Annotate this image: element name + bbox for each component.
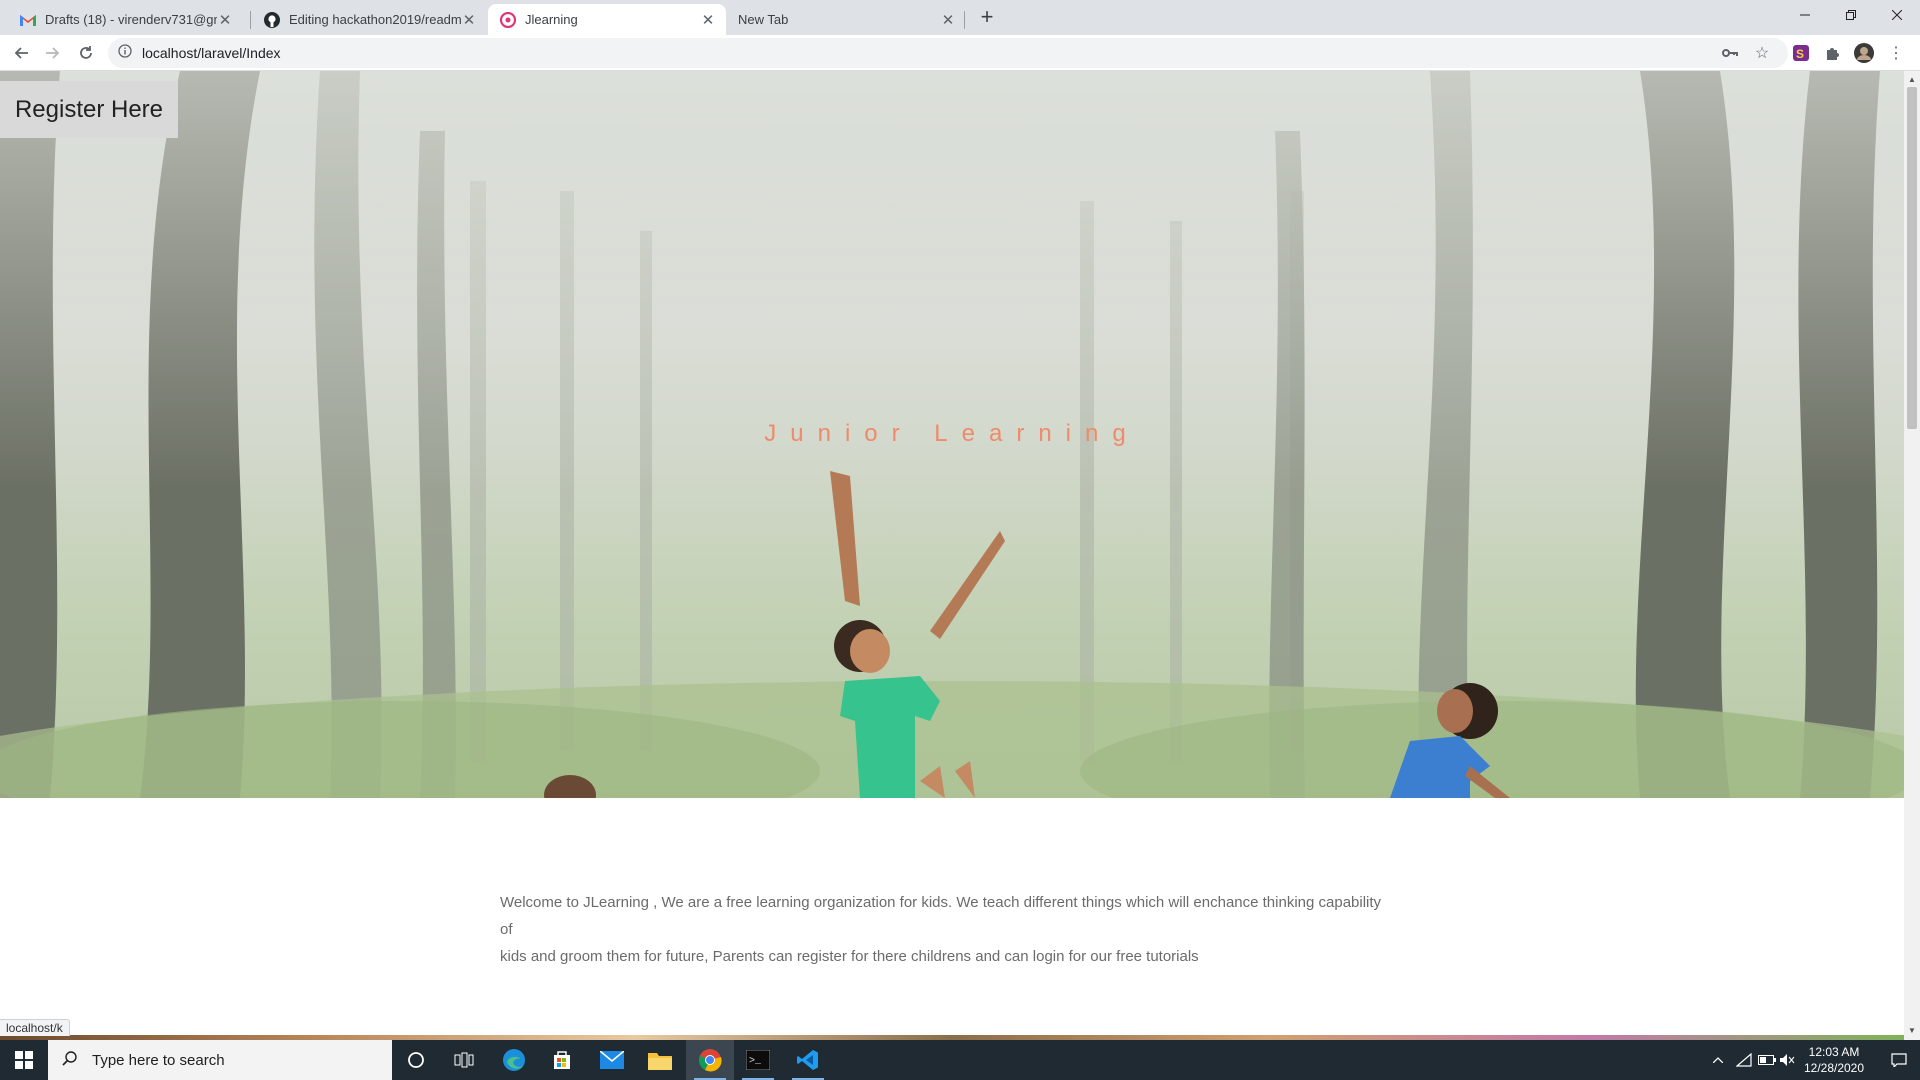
window-close-icon[interactable] — [1874, 0, 1920, 30]
tab-title: New Tab — [738, 12, 789, 27]
store-icon[interactable] — [538, 1040, 586, 1080]
windows-taskbar: Type here to search >_ 12:03 AM 12/28/20… — [0, 1040, 1920, 1080]
cortana-icon[interactable] — [392, 1040, 440, 1080]
info-icon[interactable] — [118, 43, 132, 63]
status-bar-url: localhost/k — [0, 1019, 70, 1036]
scroll-down-icon[interactable]: ▼ — [1908, 1026, 1916, 1035]
child-head-image — [544, 775, 596, 798]
tab-jlearning[interactable]: Jlearning ✕ — [488, 4, 726, 35]
edge-icon[interactable] — [490, 1040, 538, 1080]
intro-line: kids and groom them for future, Parents … — [500, 948, 1199, 965]
file-explorer-icon[interactable] — [636, 1040, 684, 1080]
taskbar-search-box[interactable]: Type here to search — [48, 1040, 392, 1080]
clock-date: 12/28/2020 — [1803, 1061, 1865, 1075]
profile-avatar-icon[interactable] — [1853, 42, 1875, 64]
puzzle-icon[interactable] — [1822, 42, 1844, 64]
search-icon — [62, 1050, 78, 1071]
svg-text:S: S — [1796, 47, 1804, 61]
taskbar-clock[interactable]: 12:03 AM 12/28/2020 — [1790, 1044, 1878, 1076]
close-icon[interactable]: ✕ — [940, 11, 956, 29]
scroll-thumb[interactable] — [1907, 87, 1917, 429]
hero-banner: Register Here Junior Learning — [0, 71, 1904, 798]
scroll-up-icon[interactable]: ▲ — [1908, 75, 1916, 84]
url-text: localhost/laravel/Index — [142, 45, 281, 61]
task-view-icon[interactable] — [440, 1040, 488, 1080]
tab-title: Jlearning — [525, 12, 578, 27]
vertical-scrollbar[interactable]: ▲ ▼ — [1904, 71, 1920, 1040]
clock-time: 12:03 AM — [1808, 1045, 1860, 1059]
browser-toolbar: localhost/laravel/Index ☆ S ⋮ — [0, 35, 1920, 71]
close-icon[interactable]: ✕ — [217, 11, 233, 29]
back-icon[interactable] — [9, 41, 33, 65]
child-blue-shirt-image — [1390, 683, 1510, 798]
vscode-icon[interactable] — [784, 1040, 832, 1080]
site-icon — [500, 11, 516, 28]
page-viewport: Register Here Junior Learning Welcome to… — [0, 71, 1904, 1040]
new-tab-button[interactable]: + — [975, 6, 999, 30]
windows-start-icon[interactable] — [0, 1040, 48, 1080]
child-green-shirt-image — [830, 471, 1005, 798]
close-icon[interactable]: ✕ — [700, 11, 716, 29]
extension-s-icon[interactable]: S — [1790, 42, 1812, 64]
intro-line: Welcome to JLearning , We are a free lea… — [500, 894, 1382, 938]
bookmark-star-icon[interactable]: ☆ — [1751, 42, 1773, 64]
tab-divider — [964, 11, 965, 29]
key-icon[interactable] — [1719, 42, 1741, 64]
intro-paragraph: Welcome to JLearning , We are a free lea… — [500, 889, 1390, 970]
minimize-icon[interactable] — [1782, 0, 1828, 30]
notification-icon[interactable] — [1878, 1040, 1920, 1080]
svg-text:>_: >_ — [749, 1056, 762, 1067]
forward-icon[interactable] — [41, 41, 65, 65]
network-icon[interactable] — [1733, 1040, 1755, 1080]
register-button[interactable]: Register Here — [0, 81, 178, 138]
tab-title: Editing hackathon2019/readme at — [289, 12, 461, 27]
tab-title: Drafts (18) - virenderv731@gmail.com — [45, 12, 217, 27]
chrome-icon[interactable] — [686, 1040, 734, 1080]
search-placeholder: Type here to search — [92, 1051, 225, 1069]
menu-kebab-icon[interactable]: ⋮ — [1885, 42, 1907, 64]
terminal-icon[interactable]: >_ — [734, 1040, 782, 1080]
hero-title: Junior Learning — [764, 420, 1140, 447]
tab-gmail[interactable]: Drafts (18) - virenderv731@gmail.com ✕ — [8, 4, 243, 35]
close-icon[interactable]: ✕ — [461, 11, 477, 29]
reload-icon[interactable] — [74, 41, 98, 65]
tab-divider — [250, 11, 251, 29]
battery-icon[interactable] — [1756, 1040, 1778, 1080]
mail-icon[interactable] — [588, 1040, 636, 1080]
gmail-icon — [20, 12, 36, 28]
tray-chevron-icon[interactable] — [1708, 1040, 1728, 1080]
tab-github[interactable]: Editing hackathon2019/readme at ✕ — [252, 4, 487, 35]
restore-icon[interactable] — [1828, 0, 1874, 30]
address-bar[interactable]: localhost/laravel/Index — [108, 38, 1788, 68]
browser-tab-strip: Drafts (18) - virenderv731@gmail.com ✕ E… — [0, 0, 1920, 35]
github-icon — [264, 11, 280, 28]
tab-new-tab[interactable]: New Tab ✕ — [726, 4, 966, 35]
